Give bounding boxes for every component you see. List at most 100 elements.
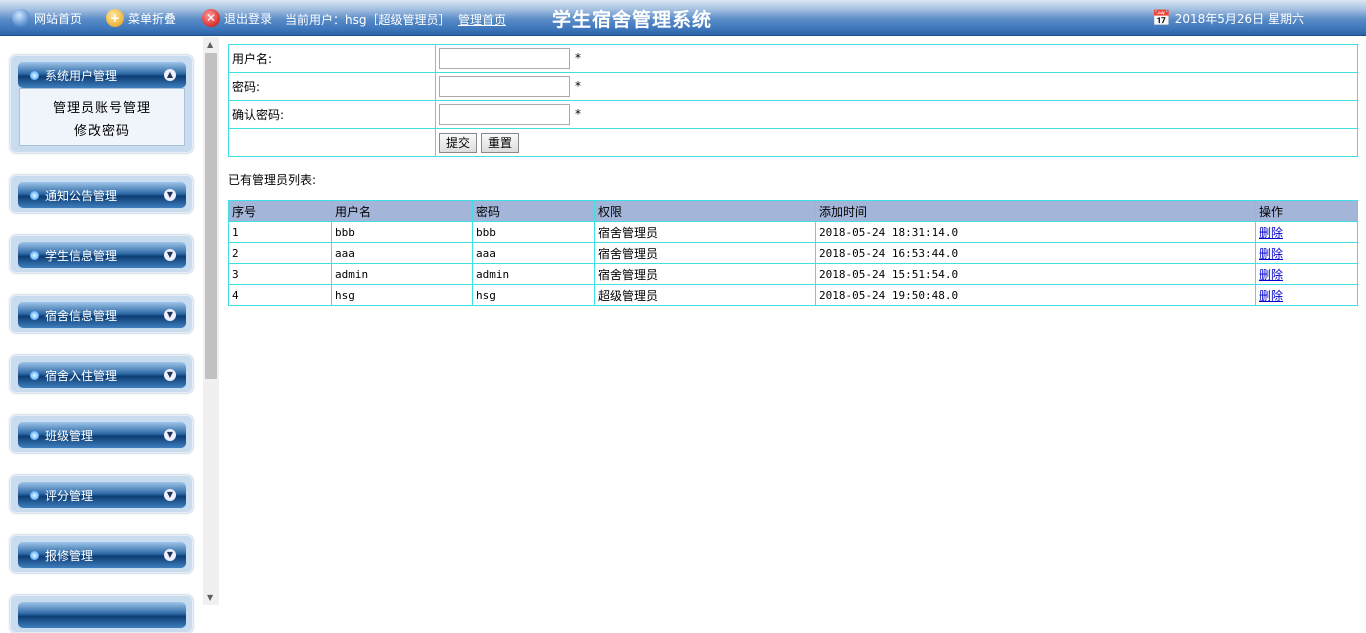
main-content: 用户名: * 密码: * 确认密码: * 提交 重置 已有管理员列表: 序号 用户名 密… xyxy=(228,44,1358,306)
required-mark: * xyxy=(575,79,581,93)
globe-icon xyxy=(12,9,30,27)
sidebar-scrollbar[interactable]: ▲ ▼ xyxy=(203,37,219,605)
password-cell: aaa xyxy=(472,242,595,264)
col-header: 密码 xyxy=(472,200,595,222)
password-label: 密码: xyxy=(228,72,436,101)
created-time-cell: 2018-05-24 19:50:48.0 xyxy=(815,284,1256,306)
sidebar-group-repairs: 报修管理 ▼ xyxy=(10,535,193,573)
submenu: 管理员账号管理 修改密码 xyxy=(19,88,185,146)
col-header: 操作 xyxy=(1255,200,1358,222)
sidebar-item-admin-accounts[interactable]: 管理员账号管理 xyxy=(20,97,184,120)
password-input[interactable] xyxy=(439,76,570,97)
username-cell: admin xyxy=(331,263,473,285)
sidebar-group-header[interactable]: 宿舍信息管理 ▼ xyxy=(18,302,186,328)
table-row: 3 admin admin 宿舍管理员 2018-05-24 15:51:54.0 删除 xyxy=(228,263,1358,285)
bullet-icon xyxy=(30,70,39,80)
bullet-icon xyxy=(30,550,39,560)
bullet-icon xyxy=(30,310,39,320)
required-mark: * xyxy=(575,107,581,121)
date-display: 📅 2018年5月26日 星期六 xyxy=(1152,9,1304,27)
sidebar-group-system-users: 系统用户管理 ▲ 管理员账号管理 修改密码 xyxy=(10,55,193,153)
sidebar-group-notice: 通知公告管理 ▼ xyxy=(10,175,193,213)
sidebar-group-header[interactable]: 班级管理 ▼ xyxy=(18,422,186,448)
row-number: 2 xyxy=(228,242,332,264)
sidebar-group-partial xyxy=(10,595,193,633)
sidebar-group-dorms: 宿舍信息管理 ▼ xyxy=(10,295,193,333)
confirm-password-input[interactable] xyxy=(439,104,570,125)
delete-link[interactable]: 删除 xyxy=(1259,268,1283,282)
sidebar: 系统用户管理 ▲ 管理员账号管理 修改密码 通知公告管理 ▼ 学生信息管理 ▼ 宿舍信… xyxy=(0,37,203,633)
chevron-down-icon: ▼ xyxy=(164,489,176,501)
password-cell: admin xyxy=(472,263,595,285)
action-cell: 删除 xyxy=(1255,242,1358,264)
confirm-password-label: 确认密码: xyxy=(228,100,436,129)
table-row: 2 aaa aaa 宿舍管理员 2018-05-24 16:53:44.0 删除 xyxy=(228,242,1358,264)
col-header: 权限 xyxy=(594,200,816,222)
bullet-icon xyxy=(30,370,39,380)
username-cell: bbb xyxy=(331,221,473,243)
chevron-up-icon: ▲ xyxy=(164,69,176,81)
chevron-down-icon: ▼ xyxy=(164,249,176,261)
delete-link[interactable]: 删除 xyxy=(1259,289,1283,303)
website-home-link[interactable]: 网站首页 xyxy=(12,9,82,27)
scroll-up-icon[interactable]: ▲ xyxy=(207,40,213,49)
calendar-icon: 📅 xyxy=(1152,9,1171,27)
chevron-down-icon: ▼ xyxy=(164,429,176,441)
username-label: 用户名: xyxy=(228,44,436,73)
password-cell: bbb xyxy=(472,221,595,243)
table-row: 4 hsg hsg 超级管理员 2018-05-24 19:50:48.0 删除 xyxy=(228,284,1358,306)
sidebar-group-students: 学生信息管理 ▼ xyxy=(10,235,193,273)
username-input[interactable] xyxy=(439,48,570,69)
sidebar-group-checkin: 宿舍入住管理 ▼ xyxy=(10,355,193,393)
role-cell: 宿舍管理员 xyxy=(594,263,816,285)
delete-link[interactable]: 删除 xyxy=(1259,226,1283,240)
admin-home-link[interactable]: 管理首页 xyxy=(458,11,506,28)
required-mark: * xyxy=(575,51,581,65)
submit-button[interactable]: 提交 xyxy=(439,132,478,153)
bullet-icon xyxy=(30,190,39,200)
table-header: 序号 用户名 密码 权限 添加时间 操作 xyxy=(228,200,1358,222)
bullet-icon xyxy=(30,430,39,440)
sidebar-group-header[interactable]: 报修管理 ▼ xyxy=(18,542,186,568)
sidebar-group-header[interactable]: 宿舍入住管理 ▼ xyxy=(18,362,186,388)
close-icon: ✕ xyxy=(202,9,220,27)
sidebar-group-header[interactable]: 系统用户管理 ▲ xyxy=(18,62,186,88)
scrollbar-thumb[interactable] xyxy=(205,53,217,379)
password-cell: hsg xyxy=(472,284,595,306)
action-cell: 删除 xyxy=(1255,284,1358,306)
created-time-cell: 2018-05-24 16:53:44.0 xyxy=(815,242,1256,264)
admin-list-title: 已有管理员列表: xyxy=(228,173,317,187)
sidebar-group-header[interactable]: 学生信息管理 ▼ xyxy=(18,242,186,268)
bullet-icon xyxy=(30,490,39,500)
logout-link[interactable]: ✕ 退出登录 xyxy=(202,9,272,27)
role-cell: 超级管理员 xyxy=(594,284,816,306)
col-header: 用户名 xyxy=(331,200,473,222)
sidebar-group-classes: 班级管理 ▼ xyxy=(10,415,193,453)
sidebar-item-change-password[interactable]: 修改密码 xyxy=(20,120,184,143)
username-cell: hsg xyxy=(331,284,473,306)
top-bar: 网站首页 + 菜单折叠 ✕ 退出登录 当前用户：hsg［超级管理员］ 管理首页 学生… xyxy=(0,0,1366,36)
bullet-icon xyxy=(30,250,39,260)
delete-link[interactable]: 删除 xyxy=(1259,247,1283,261)
row-number: 1 xyxy=(228,221,332,243)
row-number: 4 xyxy=(228,284,332,306)
sidebar-group-header[interactable] xyxy=(18,602,186,628)
sidebar-group-header[interactable]: 评分管理 ▼ xyxy=(18,482,186,508)
fold-menu-link[interactable]: + 菜单折叠 xyxy=(106,9,176,27)
sidebar-group-scores: 评分管理 ▼ xyxy=(10,475,193,513)
col-header: 序号 xyxy=(228,200,332,222)
chevron-down-icon: ▼ xyxy=(164,309,176,321)
created-time-cell: 2018-05-24 18:31:14.0 xyxy=(815,221,1256,243)
role-cell: 宿舍管理员 xyxy=(594,242,816,264)
admin-table: 序号 用户名 密码 权限 添加时间 操作 1 bbb bbb 宿舍管理员 2018-05… xyxy=(228,200,1358,306)
add-admin-form: 用户名: * 密码: * 确认密码: * 提交 重置 xyxy=(228,44,1358,157)
scroll-down-icon[interactable]: ▼ xyxy=(207,593,213,602)
action-cell: 删除 xyxy=(1255,221,1358,243)
chevron-down-icon: ▼ xyxy=(164,189,176,201)
username-cell: aaa xyxy=(331,242,473,264)
reset-button[interactable]: 重置 xyxy=(481,132,520,153)
system-title: 学生宿舍管理系统 xyxy=(552,9,713,31)
sidebar-group-header[interactable]: 通知公告管理 ▼ xyxy=(18,182,186,208)
chevron-down-icon: ▼ xyxy=(164,369,176,381)
created-time-cell: 2018-05-24 15:51:54.0 xyxy=(815,263,1256,285)
